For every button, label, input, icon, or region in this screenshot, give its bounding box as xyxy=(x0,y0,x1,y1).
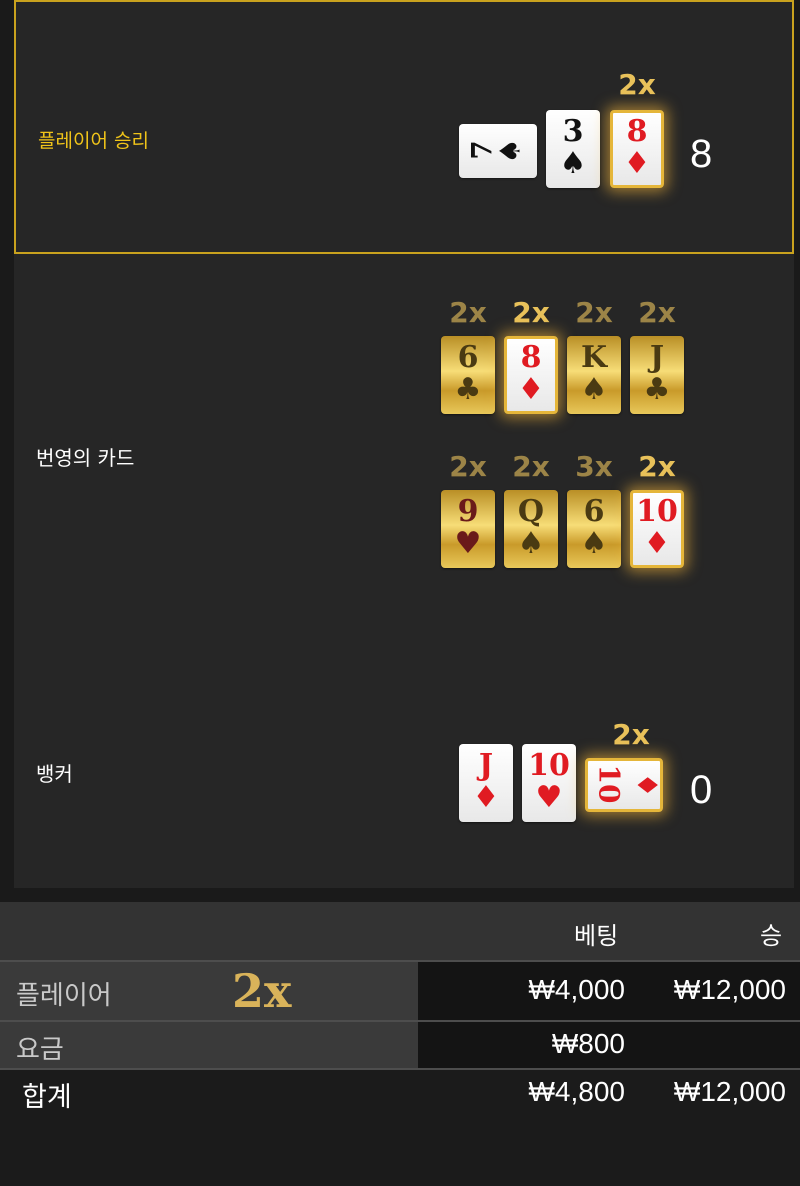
heart-icon: ♥ xyxy=(535,780,563,815)
card-rank: 10 xyxy=(636,494,678,529)
table-row-fee: 요금 ₩800 xyxy=(0,1022,800,1068)
row-multiplier: 2x xyxy=(232,964,292,1018)
card-rank: 3 xyxy=(562,114,584,149)
diamond-icon: ♦ xyxy=(472,780,500,815)
banker-card-3: 10 ♦ xyxy=(585,758,663,812)
bet-amount: ₩4,800 xyxy=(528,1076,626,1107)
lucky-multiplier: 2x xyxy=(512,450,550,483)
lucky-card: 9 ♥ xyxy=(441,490,495,568)
row-name: 합계 xyxy=(22,1082,72,1112)
diamond-icon: ♦ xyxy=(517,372,545,407)
spade-icon: ♠ xyxy=(493,138,527,164)
bet-column-header: 베팅 xyxy=(574,922,619,950)
spade-icon: ♠ xyxy=(580,526,608,561)
table-row-player: 플레이어 2x ₩4,000 ₩12,000 xyxy=(0,962,800,1020)
banker-card-multiplier: 2x xyxy=(612,718,650,751)
lucky-cards-label: 번영의 카드 xyxy=(36,446,135,470)
diamond-icon: ♦ xyxy=(643,526,671,561)
diamond-icon: ♦ xyxy=(623,146,651,181)
card-rank: 9 xyxy=(457,494,479,529)
card-rank: K xyxy=(580,340,608,375)
spade-icon: ♠ xyxy=(580,372,608,407)
player-card-3: 8 ♦ xyxy=(610,110,664,188)
lucky-multiplier: 2x xyxy=(638,296,676,329)
lucky-multiplier: 2x xyxy=(575,296,613,329)
lucky-multiplier: 2x xyxy=(512,296,550,329)
lucky-card: K ♠ xyxy=(567,336,621,414)
lucky-multiplier: 2x xyxy=(638,450,676,483)
table-header: 베팅 승 xyxy=(0,902,800,960)
bet-amount: ₩4,000 xyxy=(528,974,626,1005)
card-rank: 8 xyxy=(520,340,542,375)
player-win-label: 플레이어 승리 xyxy=(38,130,149,152)
card-rank: 6 xyxy=(457,340,479,375)
banker-card-1: J ♦ xyxy=(459,744,513,822)
card-rank: 10 xyxy=(592,764,626,804)
card-rank: 6 xyxy=(583,494,605,529)
card-rank: Q xyxy=(517,494,545,529)
lucky-multiplier: 2x xyxy=(449,296,487,329)
lucky-card: Q ♠ xyxy=(504,490,558,568)
banker-result-panel: 뱅커 2x J ♦ 10 ♥ 10 ♦ 0 xyxy=(14,694,794,888)
player-card-multiplier: 2x xyxy=(618,68,656,101)
bet-amount: ₩800 xyxy=(551,1028,625,1059)
player-score: 8 xyxy=(690,132,713,176)
player-card-1: 7 ♠ xyxy=(459,124,537,178)
row-name: 플레이어 xyxy=(16,980,112,1010)
lucky-card: 10 ♦ xyxy=(630,490,684,568)
win-amount: ₩12,000 xyxy=(673,1076,786,1107)
lucky-cards-panel: 번영의 카드 2x 2x 2x 2x 6 ♣ 8 ♦ K ♠ J ♣ 2x 2x… xyxy=(14,254,794,694)
lucky-card: J ♣ xyxy=(630,336,684,414)
banker-score: 0 xyxy=(690,768,713,812)
club-icon: ♣ xyxy=(454,372,482,407)
club-icon: ♣ xyxy=(643,372,671,407)
player-card-2: 3 ♠ xyxy=(546,110,600,188)
spade-icon: ♠ xyxy=(517,526,545,561)
lucky-multiplier: 3x xyxy=(575,450,613,483)
result-screen: 플레이어 승리 2x 7 ♠ 3 ♠ 8 ♦ 8 번영의 카드 2x 2x 2x… xyxy=(0,0,800,1186)
card-rank: 8 xyxy=(626,114,648,149)
lucky-multiplier: 2x xyxy=(449,450,487,483)
spade-icon: ♠ xyxy=(559,146,587,181)
card-rank: J xyxy=(649,340,665,375)
card-rank: 10 xyxy=(528,748,570,783)
bet-summary-table: 베팅 승 플레이어 2x ₩4,000 ₩12,000 요금 ₩800 합계 ₩… xyxy=(0,902,800,1186)
lucky-card: 6 ♠ xyxy=(567,490,621,568)
player-result-panel: 플레이어 승리 2x 7 ♠ 3 ♠ 8 ♦ 8 xyxy=(14,0,794,254)
banker-label: 뱅커 xyxy=(36,762,73,786)
lucky-card: 8 ♦ xyxy=(504,336,558,414)
row-name: 요금 xyxy=(16,1034,64,1064)
heart-icon: ♥ xyxy=(454,526,482,561)
diamond-icon: ♦ xyxy=(630,772,664,798)
card-rank: 7 xyxy=(465,140,499,160)
card-rank: J xyxy=(478,748,494,783)
banker-card-2: 10 ♥ xyxy=(522,744,576,822)
win-column-header: 승 xyxy=(760,922,783,950)
table-row-total: 합계 ₩4,800 ₩12,000 xyxy=(0,1070,800,1120)
win-amount: ₩12,000 xyxy=(673,974,786,1005)
lucky-card: 6 ♣ xyxy=(441,336,495,414)
